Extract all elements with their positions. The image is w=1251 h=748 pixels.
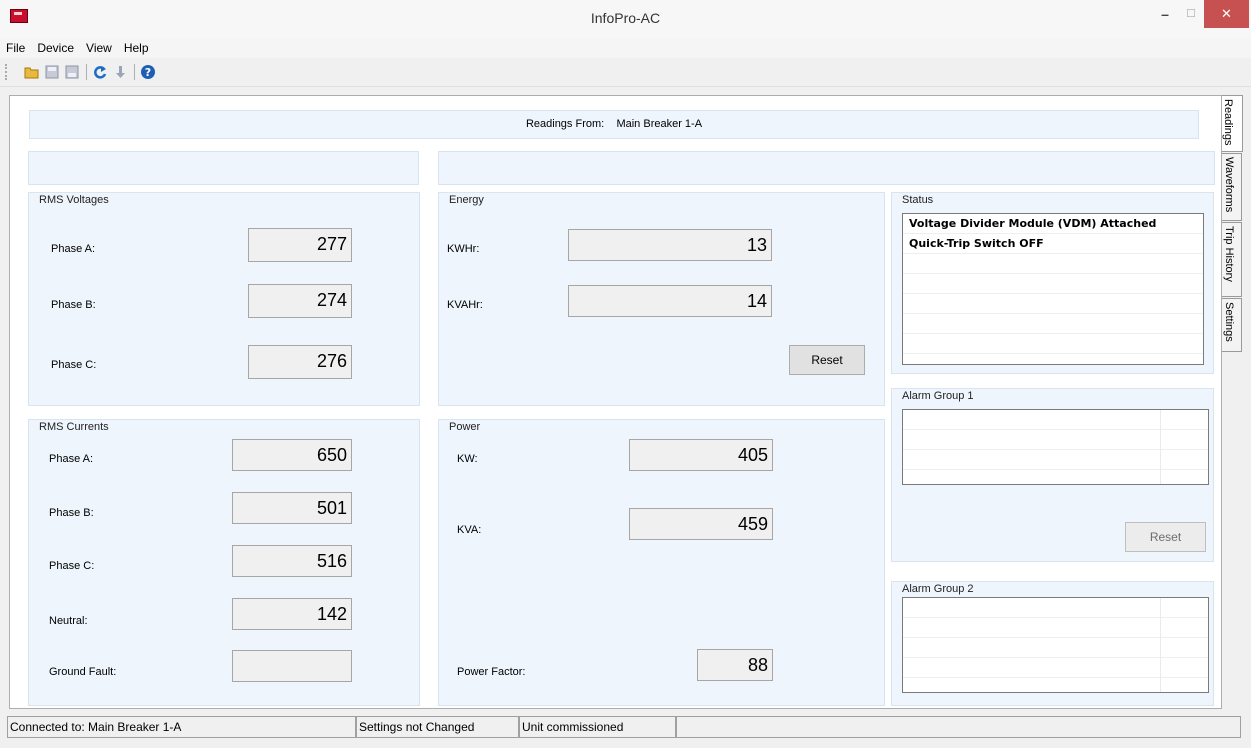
save-as-icon[interactable]: [64, 64, 80, 80]
menu-view[interactable]: View: [80, 38, 118, 55]
window-title: InfoPro-AC: [590, 10, 661, 26]
voltage-phase-a-label: Phase A:: [51, 243, 96, 255]
alarm-group-1-list[interactable]: [902, 409, 1209, 485]
minimize-button[interactable]: –: [1152, 0, 1178, 28]
status-title: Status: [900, 194, 936, 206]
rms-voltages-title: RMS Voltages: [37, 194, 111, 206]
status-bar: Connected to: Main Breaker 1-A Settings …: [0, 713, 1251, 748]
voltage-phase-c-value: 276: [248, 345, 352, 379]
status-settings: Settings not Changed: [356, 716, 519, 738]
tab-readings[interactable]: Readings: [1220, 95, 1243, 152]
menu-help[interactable]: Help: [118, 38, 155, 55]
voltage-phase-a-value: 277: [248, 228, 352, 262]
tab-waveforms[interactable]: Waveforms: [1221, 153, 1242, 221]
readings-from-device: Main Breaker 1-A: [616, 118, 703, 130]
power-panel: Power KW: 405 KVA: 459 Power Factor: 88: [438, 419, 885, 706]
menu-device[interactable]: Device: [31, 38, 80, 55]
power-factor-value: 88: [697, 649, 773, 681]
voltage-phase-b-value: 274: [248, 284, 352, 318]
rms-voltages-panel: RMS Voltages Phase A: 277 Phase B: 274 P…: [28, 192, 420, 406]
voltage-phase-b-label: Phase B:: [51, 299, 96, 311]
tab-settings[interactable]: Settings: [1221, 298, 1242, 352]
current-phase-c-value: 516: [232, 545, 352, 577]
energy-reset-button[interactable]: Reset: [789, 345, 865, 375]
alarm-group-1-reset-button[interactable]: Reset: [1125, 522, 1206, 552]
title-bar: InfoPro-AC – ☐ ✕: [0, 0, 1251, 39]
current-neutral-label: Neutral:: [49, 615, 88, 627]
toolbar-separator: [86, 64, 87, 80]
status-panel: Status Voltage Divider Module (VDM) Atta…: [891, 192, 1214, 374]
status-extra: [676, 716, 1241, 738]
power-kw-value: 405: [629, 439, 773, 471]
toolbar-grip[interactable]: [5, 64, 10, 80]
save-icon[interactable]: [44, 64, 60, 80]
left-info-bar: [28, 151, 419, 185]
energy-panel: Energy KWHr: 13 KVAHr: 14 Reset: [438, 192, 885, 406]
download-icon[interactable]: [112, 64, 128, 80]
power-title: Power: [447, 421, 483, 433]
svg-text:?: ?: [145, 66, 151, 79]
power-factor-label: Power Factor:: [457, 666, 526, 678]
alarm-group-2-panel: Alarm Group 2: [891, 581, 1214, 706]
rms-currents-panel: RMS Currents Phase A: 650 Phase B: 501 P…: [28, 419, 420, 706]
current-phase-b-value: 501: [232, 492, 352, 524]
toolbar-separator: [134, 64, 135, 80]
close-button[interactable]: ✕: [1204, 0, 1249, 28]
readings-from-label: Readings From:: [525, 118, 605, 130]
readings-panel: Readings From: Main Breaker 1-A RMS Volt…: [9, 95, 1222, 709]
ground-fault-label: Ground Fault:: [49, 666, 117, 678]
refresh-icon[interactable]: [92, 64, 108, 80]
current-phase-a-label: Phase A:: [49, 453, 94, 465]
power-kva-label: KVA:: [457, 524, 482, 536]
help-icon[interactable]: ?: [140, 64, 156, 80]
ground-fault-value: [232, 650, 352, 682]
current-phase-c-label: Phase C:: [49, 560, 95, 572]
alarm-group-1-panel: Alarm Group 1 Reset: [891, 388, 1214, 562]
current-phase-b-label: Phase B:: [49, 507, 94, 519]
maximize-button[interactable]: ☐: [1178, 0, 1204, 28]
power-kw-label: KW:: [457, 453, 478, 465]
alarm-group-2-list[interactable]: [902, 597, 1209, 693]
menu-file[interactable]: File: [0, 38, 31, 55]
status-line: Voltage Divider Module (VDM) Attached: [903, 214, 1203, 234]
alarm-group-2-title: Alarm Group 2: [900, 583, 976, 595]
toolbar: ?: [0, 58, 1251, 87]
right-info-bar: [438, 151, 1215, 185]
power-kva-value: 459: [629, 508, 773, 540]
energy-kvahr-label: KVAHr:: [447, 299, 483, 311]
alarm-group-1-title: Alarm Group 1: [900, 390, 976, 402]
current-phase-a-value: 650: [232, 439, 352, 471]
status-unit: Unit commissioned: [519, 716, 676, 738]
menu-bar: File Device View Help: [0, 38, 1251, 58]
rms-currents-title: RMS Currents: [37, 421, 111, 433]
status-connected: Connected to: Main Breaker 1-A: [7, 716, 356, 738]
energy-kvahr-value: 14: [568, 285, 772, 317]
current-neutral-value: 142: [232, 598, 352, 630]
tab-trip-history[interactable]: Trip History: [1221, 222, 1242, 297]
energy-kwhr-label: KWHr:: [447, 243, 480, 255]
status-line: Quick-Trip Switch OFF: [903, 234, 1203, 254]
energy-title: Energy: [447, 194, 486, 206]
status-list[interactable]: Voltage Divider Module (VDM) Attached Qu…: [902, 213, 1204, 365]
voltage-phase-c-label: Phase C:: [51, 359, 97, 371]
readings-from-banner: Readings From: Main Breaker 1-A: [29, 110, 1199, 139]
open-folder-icon[interactable]: [24, 64, 40, 80]
energy-kwhr-value: 13: [568, 229, 772, 261]
